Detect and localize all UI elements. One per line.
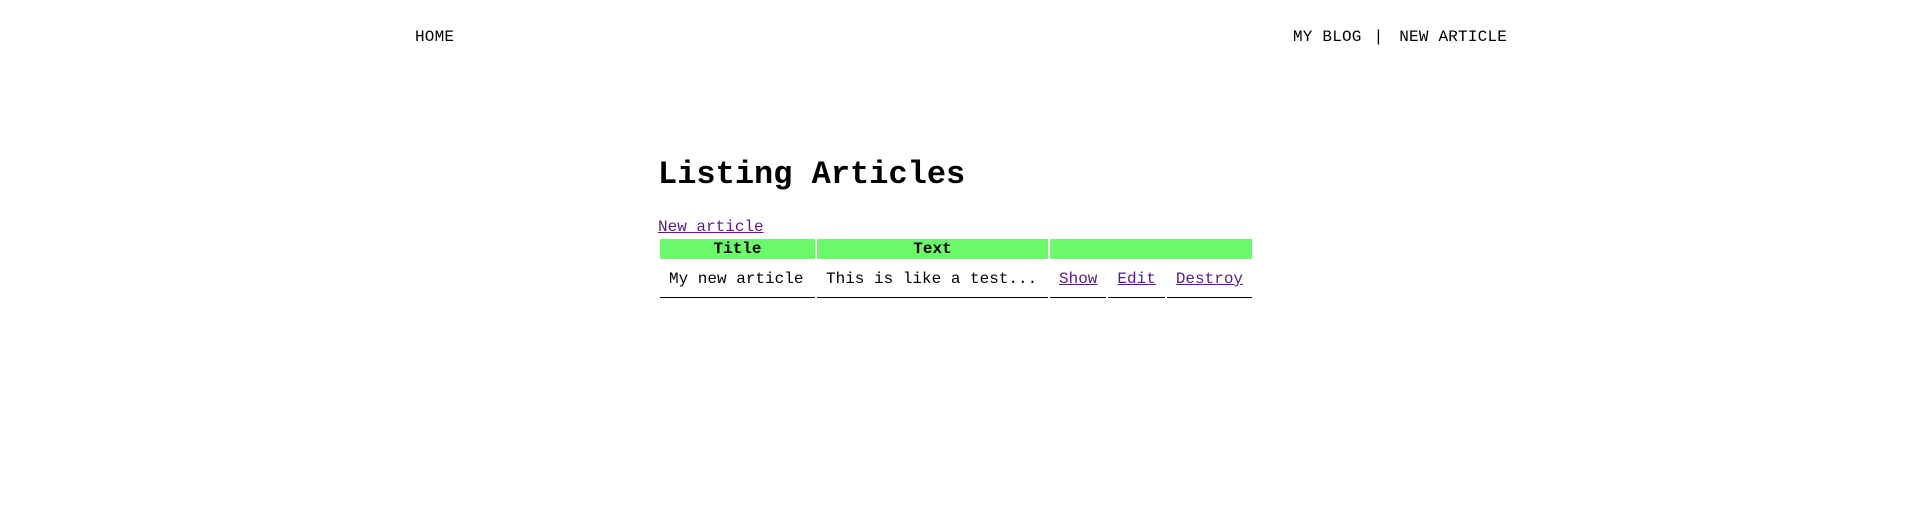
article-text-cell: This is like a test... [817, 261, 1048, 298]
nav-new-article-link[interactable]: NEW ARTICLE [1399, 28, 1507, 46]
nav-separator: | [1373, 28, 1384, 46]
show-cell: Show [1050, 261, 1107, 298]
edit-cell: Edit [1108, 261, 1165, 298]
nav-my-blog-link[interactable]: MY BLOG [1293, 28, 1362, 46]
main-content: Listing Articles New article Title Text … [658, 155, 1358, 300]
articles-table: Title Text My new article This is like a… [658, 237, 1254, 300]
destroy-link[interactable]: Destroy [1176, 270, 1243, 288]
column-header-actions [1050, 239, 1253, 259]
edit-link[interactable]: Edit [1117, 270, 1155, 288]
column-header-title: Title [660, 239, 815, 259]
article-title-cell: My new article [660, 261, 815, 298]
nav-right-group: MY BLOG | NEW ARTICLE [1293, 28, 1507, 46]
top-navigation: HOME MY BLOG | NEW ARTICLE [0, 0, 1920, 75]
column-header-text: Text [817, 239, 1048, 259]
nav-home-link[interactable]: HOME [415, 28, 454, 46]
show-link[interactable]: Show [1059, 270, 1097, 288]
table-header-row: Title Text [660, 239, 1253, 259]
destroy-cell: Destroy [1166, 261, 1253, 298]
new-article-link[interactable]: New article [658, 218, 764, 236]
table-row: My new article This is like a test... Sh… [660, 261, 1253, 298]
page-title: Listing Articles [658, 156, 966, 193]
